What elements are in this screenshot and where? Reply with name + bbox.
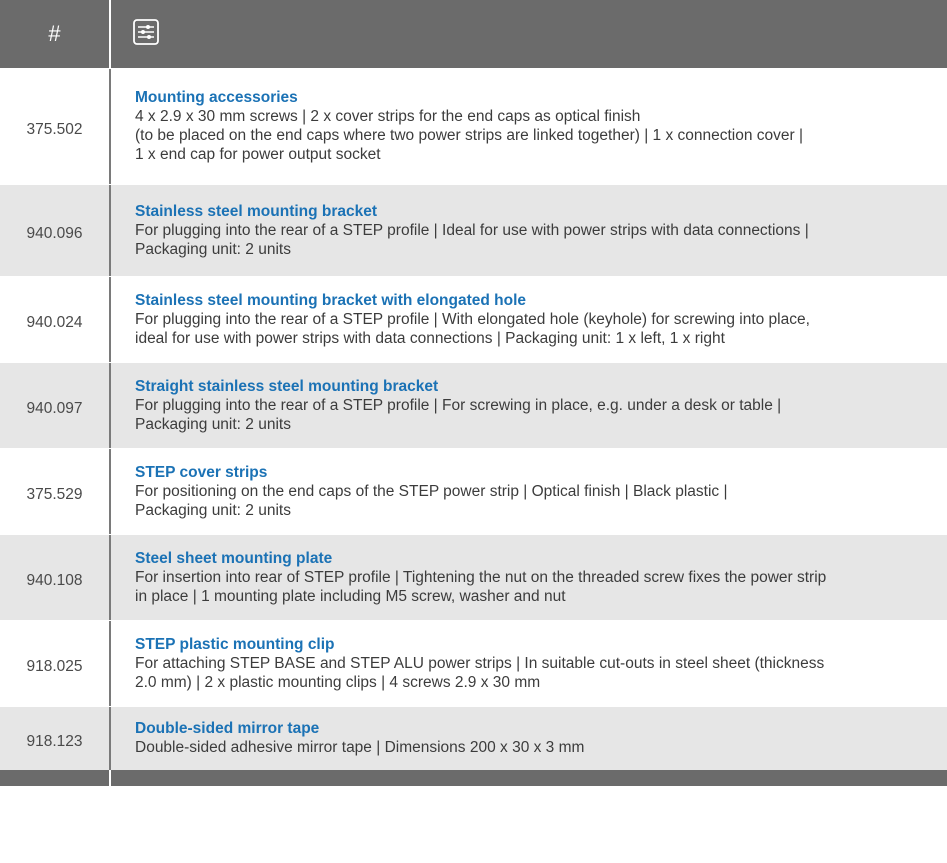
article-details: For insertion into rear of STEP profile …: [135, 568, 827, 605]
article-title: Straight stainless steel mounting bracke…: [135, 377, 439, 395]
table-header: #: [0, 0, 947, 68]
table-row: 918.025 STEP plastic mounting clip For a…: [0, 620, 947, 706]
article-title: Steel sheet mounting plate: [135, 549, 333, 567]
article-description: STEP cover strips For positioning on the…: [111, 449, 947, 534]
article-description: Steel sheet mounting plate For insertion…: [111, 535, 947, 620]
table-row: 940.024 Stainless steel mounting bracket…: [0, 276, 947, 362]
table-row: 940.097 Straight stainless steel mountin…: [0, 362, 947, 448]
article-number: 375.529: [0, 449, 111, 534]
header-number-column: #: [0, 0, 111, 68]
article-description: Stainless steel mounting bracket with el…: [111, 277, 947, 362]
table-row: 375.502 Mounting accessories 4 x 2.9 x 3…: [0, 68, 947, 184]
article-number: 940.096: [0, 185, 111, 276]
article-details: For plugging into the rear of a STEP pro…: [135, 396, 782, 433]
article-number: 940.108: [0, 535, 111, 620]
article-number: 940.024: [0, 277, 111, 362]
article-details: 4 x 2.9 x 30 mm screws | 2 x cover strip…: [135, 108, 804, 163]
sliders-icon: [133, 18, 159, 50]
article-title: Stainless steel mounting bracket: [135, 202, 378, 220]
table-footer: [0, 770, 947, 786]
article-details: For plugging into the rear of a STEP pro…: [135, 310, 810, 347]
footer-number-column: [0, 770, 111, 786]
article-title: STEP plastic mounting clip: [135, 635, 335, 653]
article-description: Straight stainless steel mounting bracke…: [111, 363, 947, 448]
article-title: Mounting accessories: [135, 89, 298, 106]
article-title: Stainless steel mounting bracket with el…: [135, 291, 527, 309]
article-description: Stainless steel mounting bracket For plu…: [111, 185, 947, 276]
article-number: 375.502: [0, 69, 111, 184]
article-details: For plugging into the rear of a STEP pro…: [135, 221, 809, 258]
article-title: STEP cover strips: [135, 463, 268, 481]
article-details: Double-sided adhesive mirror tape | Dime…: [135, 739, 585, 756]
article-number: 940.097: [0, 363, 111, 448]
article-details: For positioning on the end caps of the S…: [135, 482, 728, 519]
article-number: 918.123: [0, 707, 111, 770]
table-row: 375.529 STEP cover strips For positionin…: [0, 448, 947, 534]
article-description: STEP plastic mounting clip For attaching…: [111, 621, 947, 706]
article-number: 918.025: [0, 621, 111, 706]
table-row: 918.123 Double-sided mirror tape Double-…: [0, 706, 947, 770]
table-row: 940.108 Steel sheet mounting plate For i…: [0, 534, 947, 620]
article-details: For attaching STEP BASE and STEP ALU pow…: [135, 654, 825, 691]
header-description-column: [111, 0, 947, 68]
accessories-table: # 375.502 Mounting accessories 4 x 2.9 x…: [0, 0, 947, 786]
article-title: Double-sided mirror tape: [135, 720, 320, 737]
table-row: 940.096 Stainless steel mounting bracket…: [0, 184, 947, 276]
article-description: Double-sided mirror tape Double-sided ad…: [111, 707, 947, 770]
article-description: Mounting accessories 4 x 2.9 x 30 mm scr…: [111, 69, 947, 184]
